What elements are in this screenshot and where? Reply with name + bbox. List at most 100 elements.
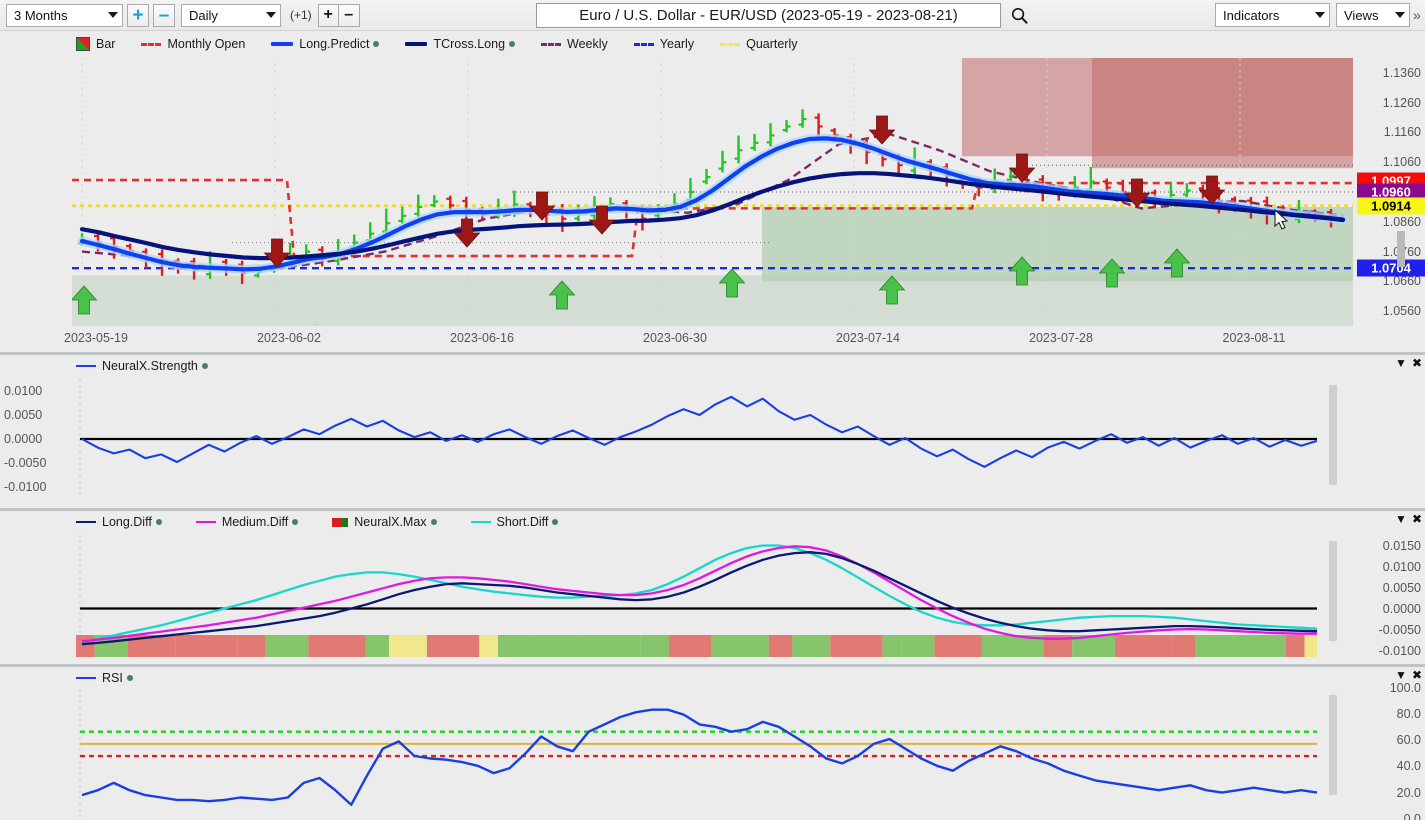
- axis-tick: -0.0100: [4, 480, 47, 494]
- rsi-plot[interactable]: [72, 689, 1327, 817]
- price-level-tag: 1.0704: [1357, 259, 1425, 277]
- line-swatch-icon: [405, 42, 428, 46]
- legend-item-yearly[interactable]: Yearly: [633, 37, 694, 51]
- dashed-line-swatch-icon: [720, 42, 741, 46]
- collapse-arrow-icon[interactable]: ▼: [1395, 357, 1407, 369]
- legend-label: Monthly Open: [167, 37, 246, 51]
- legend-options-icon[interactable]: [373, 41, 380, 47]
- interval-select[interactable]: Daily: [181, 3, 281, 27]
- legend-item-medium-diff[interactable]: Medium.Diff: [195, 515, 299, 529]
- neuralx-strength-panel: NeuralX.Strength ▼ ✖ 0.0100 0.0050 0.0000 -…: [0, 355, 1425, 508]
- rsi-scrollbar[interactable]: [1329, 695, 1337, 795]
- axis-tick: 0.0100: [4, 384, 43, 398]
- legend-options-icon[interactable]: [430, 519, 437, 525]
- offset-label: (+1): [290, 8, 312, 22]
- offset-increase-button[interactable]: +: [317, 3, 339, 27]
- date-axis-tick: 2023-07-14: [836, 331, 900, 345]
- date-axis-tick: 2023-08-11: [1222, 331, 1286, 345]
- timeframe-value: 3 Months: [14, 7, 68, 23]
- price-level-tag: 1.0914: [1357, 197, 1425, 215]
- legend-item-neuralx-strength[interactable]: NeuralX.Strength: [76, 359, 208, 373]
- neuralx-strength-axis: 0.0100 0.0050 0.0000 -0.0050 -0.0100: [0, 379, 66, 499]
- legend-item-monthly-open[interactable]: Monthly Open: [141, 37, 245, 51]
- rsi-panel-controls: ▼ ✖: [1390, 669, 1422, 681]
- close-icon[interactable]: ✖: [1412, 669, 1422, 681]
- diff-panel-controls: ▼ ✖: [1390, 513, 1422, 525]
- search-icon[interactable]: [1010, 6, 1029, 25]
- interval-value: Daily: [189, 7, 218, 23]
- axis-tick: 0.0100: [1382, 559, 1421, 574]
- views-menu[interactable]: Views: [1336, 3, 1410, 27]
- legend-options-icon[interactable]: [292, 519, 299, 525]
- chevron-down-icon: [266, 12, 276, 18]
- legend-options-icon[interactable]: [201, 363, 208, 369]
- rsi-axis: 100.0 80.0 60.0 40.0 20.0 0.0: [1357, 680, 1425, 820]
- line-swatch-icon: [76, 677, 96, 679]
- neuralx-strength-panel-controls: ▼ ✖: [1390, 357, 1422, 369]
- axis-tick: 80.0: [1396, 706, 1421, 721]
- axis-tick: 0.0050: [1382, 580, 1421, 595]
- legend-options-icon[interactable]: [552, 519, 559, 525]
- neuralx-strength-legend: NeuralX.Strength: [76, 359, 228, 373]
- axis-tick: 60.0: [1396, 733, 1421, 748]
- line-swatch-icon: [271, 42, 294, 46]
- price-plot[interactable]: [72, 58, 1353, 326]
- chevron-down-icon: [1315, 12, 1325, 18]
- date-axis-tick: 2023-06-30: [643, 331, 707, 345]
- legend-item-quarterly[interactable]: Quarterly: [720, 37, 798, 51]
- price-axis-tick: 1.1060: [1382, 155, 1421, 170]
- axis-tick: 100.0: [1389, 680, 1421, 695]
- price-axis-tick: 1.1160: [1383, 125, 1421, 140]
- legend-item-tcross-long[interactable]: TCross.Long: [405, 37, 516, 51]
- toolbar: 3 Months + – Daily (+1) + – Euro / U.S. …: [0, 0, 1425, 31]
- axis-tick: 0.0000: [1382, 601, 1421, 616]
- close-icon[interactable]: ✖: [1412, 357, 1422, 369]
- timeframe-decrease-button[interactable]: –: [153, 3, 175, 27]
- timeframe-select[interactable]: 3 Months: [6, 3, 123, 27]
- legend-options-icon[interactable]: [126, 675, 133, 681]
- diff-plot[interactable]: [72, 535, 1327, 661]
- axis-tick: -0.0050: [4, 456, 47, 470]
- collapse-arrow-icon[interactable]: ▼: [1395, 513, 1407, 525]
- diff-panel: Long.Diff Medium.Diff NeuralX.Max Short.Dif…: [0, 511, 1425, 664]
- legend-label: NeuralX.Strength: [102, 359, 198, 373]
- axis-tick: -0.0050: [1378, 622, 1421, 637]
- axis-tick: 20.0: [1396, 785, 1421, 800]
- rsi-panel: RSI ▼ ✖ 100.0 80.0 60.0 40.0 20.0 0.0: [0, 667, 1425, 820]
- legend-options-icon[interactable]: [155, 519, 162, 525]
- date-axis-tick: 2023-05-19: [64, 331, 128, 345]
- toolbar-right-group: Indicators Views »: [1215, 3, 1423, 27]
- neuralx-strength-scrollbar[interactable]: [1329, 385, 1337, 485]
- legend-label: Medium.Diff: [221, 515, 289, 529]
- price-panel: Bar Monthly Open Long.Predict TCross.Long We…: [0, 31, 1425, 355]
- axis-tick: 40.0: [1396, 759, 1421, 774]
- toolbar-overflow-button[interactable]: »: [1413, 7, 1423, 23]
- legend-item-bar[interactable]: Bar: [76, 37, 115, 51]
- legend-item-long-predict[interactable]: Long.Predict: [271, 37, 380, 51]
- legend-item-rsi[interactable]: RSI: [76, 671, 133, 685]
- legend-item-neuralx-max[interactable]: NeuralX.Max: [332, 515, 437, 529]
- legend-label: Weekly: [567, 37, 608, 51]
- legend-label: TCross.Long: [433, 37, 506, 51]
- diff-legend: Long.Diff Medium.Diff NeuralX.Max Short.Dif…: [76, 515, 592, 529]
- legend-item-short-diff[interactable]: Short.Diff: [470, 515, 559, 529]
- legend-label: Bar: [96, 37, 116, 51]
- price-axis-tick: 1.1360: [1382, 65, 1421, 80]
- diff-scrollbar[interactable]: [1329, 541, 1337, 641]
- axis-tick: 0.0: [1403, 812, 1421, 820]
- close-icon[interactable]: ✖: [1412, 513, 1422, 525]
- price-axis-tick: 1.0860: [1382, 214, 1421, 229]
- indicators-menu[interactable]: Indicators: [1215, 3, 1330, 27]
- date-axis-tick: 2023-07-28: [1029, 331, 1093, 345]
- line-swatch-icon: [76, 365, 96, 367]
- offset-decrease-button[interactable]: –: [338, 3, 360, 27]
- neuralx-strength-plot[interactable]: [72, 379, 1327, 499]
- legend-options-icon[interactable]: [509, 41, 516, 47]
- legend-label: Long.Predict: [299, 37, 370, 51]
- legend-item-weekly[interactable]: Weekly: [541, 37, 608, 51]
- collapse-arrow-icon[interactable]: ▼: [1395, 669, 1407, 681]
- legend-item-long-diff[interactable]: Long.Diff: [76, 515, 162, 529]
- price-vertical-scrollbar[interactable]: [1397, 231, 1405, 267]
- symbol-title[interactable]: Euro / U.S. Dollar - EUR/USD (2023-05-19…: [536, 3, 1001, 28]
- timeframe-increase-button[interactable]: +: [127, 3, 149, 27]
